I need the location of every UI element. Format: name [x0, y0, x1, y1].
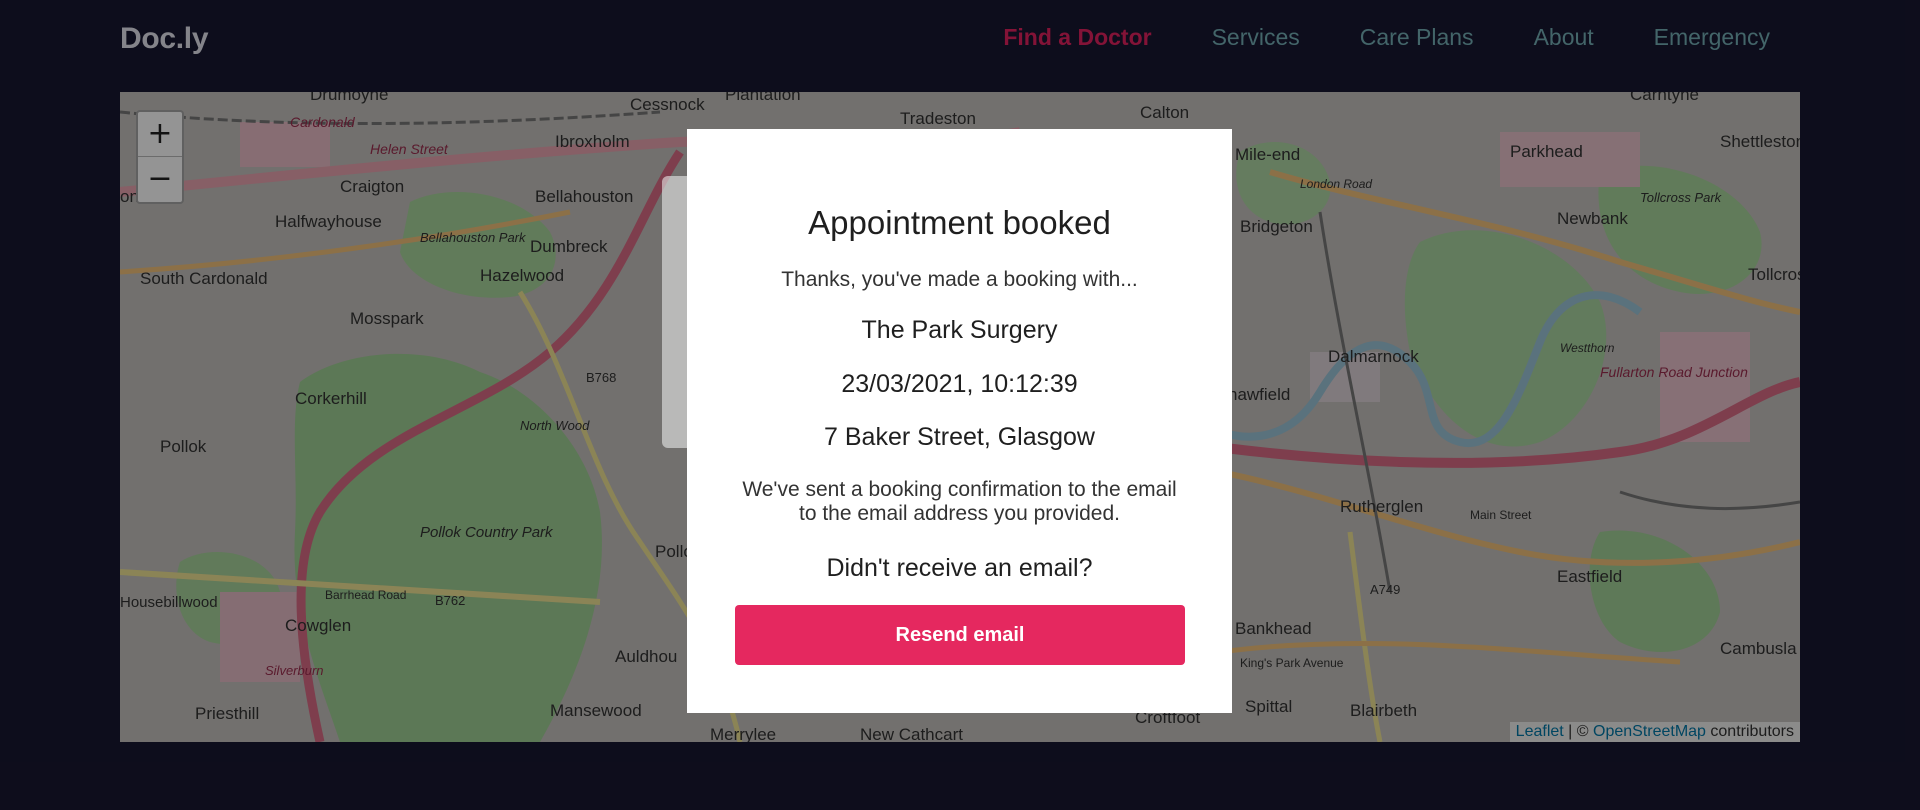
- appointment-datetime: 23/03/2021, 10:12:39: [841, 370, 1078, 398]
- booking-confirmation-modal: Appointment booked Thanks, you've made a…: [687, 129, 1232, 713]
- email-note-line2: to the email address you provided.: [798, 502, 1121, 525]
- resend-prompt: Didn't receive an email?: [826, 554, 1093, 582]
- practice-name: The Park Surgery: [861, 316, 1058, 344]
- practice-address: 7 Baker Street, Glasgow: [824, 423, 1095, 451]
- resend-email-button[interactable]: Resend email: [735, 605, 1185, 665]
- booking-intro: Thanks, you've made a booking with...: [781, 268, 1138, 291]
- modal-title: Appointment booked: [808, 204, 1111, 241]
- email-note-line1: We've sent a booking confirmation to the…: [742, 478, 1177, 501]
